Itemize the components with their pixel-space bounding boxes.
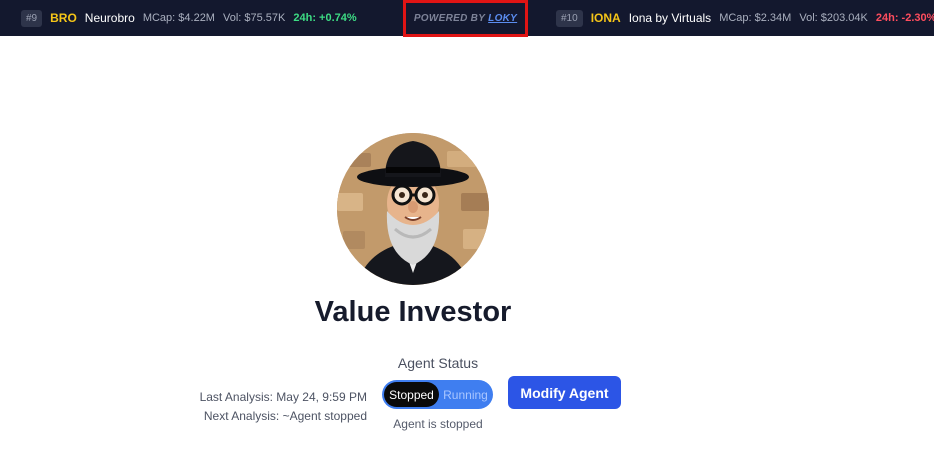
powered-by-text: POWERED BY	[413, 13, 486, 24]
ticker-volume: Vol: $203.04K	[799, 12, 868, 24]
toggle-option-stopped[interactable]: Stopped	[384, 382, 439, 407]
next-analysis-text: Next Analysis: ~Agent stopped	[203, 409, 367, 423]
ticker-rank: #9	[21, 9, 43, 27]
powered-by-highlight: POWERED BY LOKY	[403, 0, 528, 37]
ticker-item-bro[interactable]: #9 BRO Neurobro MCap: $4.22M Vol: $75.57…	[21, 0, 357, 36]
last-analysis-text: Last Analysis: May 24, 9:59 PM	[199, 390, 367, 404]
modify-agent-button[interactable]: Modify Agent	[508, 376, 621, 409]
agent-status-toggle[interactable]: Stopped Running	[382, 380, 493, 409]
loky-link[interactable]: LOKY	[488, 13, 517, 24]
agent-status-note: Agent is stopped	[393, 417, 483, 431]
ticker-item-iona[interactable]: #10 IONA Iona by Virtuals MCap: $2.34M V…	[556, 0, 934, 36]
crypto-ticker-bar: #9 BRO Neurobro MCap: $4.22M Vol: $75.57…	[0, 0, 934, 37]
toggle-option-running[interactable]: Running	[440, 382, 491, 407]
ticker-volume: Vol: $75.57K	[222, 12, 286, 24]
agent-avatar	[337, 133, 489, 285]
ticker-name: Neurobro	[84, 11, 135, 25]
analysis-schedule: Last Analysis: May 24, 9:59 PM Next Anal…	[200, 388, 367, 426]
ticker-symbol: IONA	[590, 11, 621, 25]
ticker-change: 24h: -2.30%	[875, 12, 934, 24]
agent-name: Value Investor	[314, 296, 512, 328]
agent-status-label: Agent Status	[397, 355, 479, 371]
avatar-illustration	[337, 133, 489, 285]
ticker-change: 24h: +0.74%	[293, 12, 357, 24]
ticker-symbol: BRO	[50, 11, 77, 25]
ticker-rank: #10	[556, 9, 583, 27]
ticker-mcap: MCap: $2.34M	[719, 12, 792, 24]
ticker-name: Iona by Virtuals	[628, 11, 712, 25]
ticker-mcap: MCap: $4.22M	[142, 12, 215, 24]
